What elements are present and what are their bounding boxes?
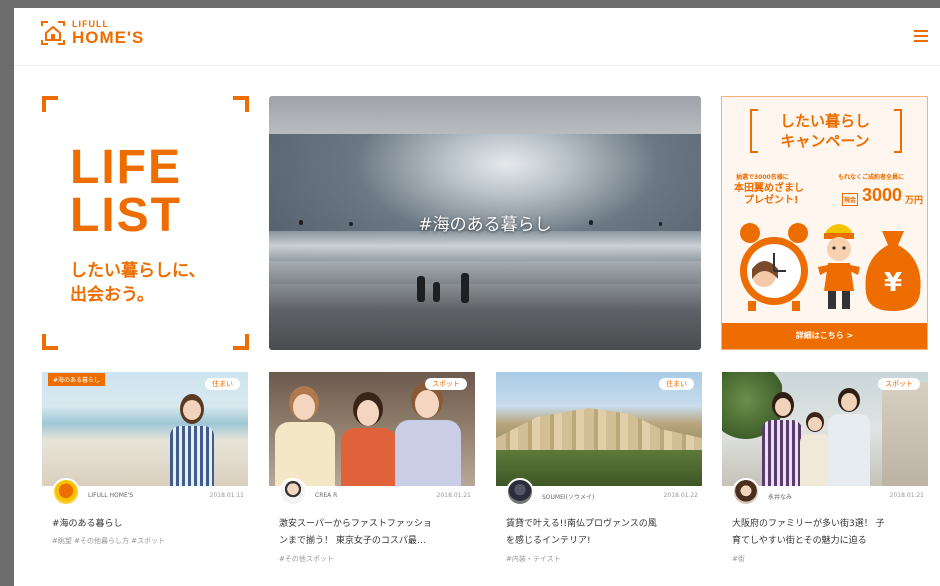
- card-title-line2: を感じるインテリア!: [506, 536, 591, 546]
- card-category: 住まい: [205, 378, 240, 390]
- card-title-line2: ンまで揃う！ 東京女子のコスパ最…: [279, 536, 426, 546]
- life-list-subtitle: したい暮らしに、 出会おう。: [70, 259, 206, 307]
- header: LIFULL HOME'S: [14, 8, 940, 66]
- woman-figure: [341, 392, 397, 486]
- card-author: SOUMEI(ソウメイ): [542, 494, 595, 501]
- corner-bracket-bottom-right: [233, 334, 249, 350]
- corner-bracket-bottom-left: [42, 334, 58, 350]
- person-figure: [417, 276, 425, 302]
- family-figure: [762, 392, 802, 486]
- hero-shore: [269, 261, 701, 285]
- life-list-title-line2: LIST: [70, 189, 182, 242]
- avatar: [506, 478, 534, 506]
- campaign-details-button[interactable]: 詳細はこちら >: [722, 323, 927, 349]
- campaign-bracket-right: [894, 109, 902, 153]
- hero-banner[interactable]: #海のある暮らし: [269, 96, 701, 350]
- card-category: スポット: [878, 378, 920, 390]
- card-date: 2018.01.21: [889, 492, 924, 499]
- avatar: [279, 478, 307, 506]
- avatar: [52, 478, 80, 506]
- hero-sand: [269, 284, 701, 350]
- woman-figure: [395, 382, 461, 486]
- campaign-bracket-left: [750, 109, 758, 153]
- life-list-title: LIFE LIST: [70, 144, 182, 240]
- card-tags[interactable]: #眺望 #その他暮らし方 #スポット: [52, 536, 165, 546]
- card-title-line2: 育てしやすい街とその魅力に迫る: [732, 536, 867, 546]
- hero-wave: [269, 231, 701, 261]
- card-title-line1: 大阪府のファミリーが多い街3選！ 子: [732, 519, 885, 529]
- corner-bracket-top-left: [42, 96, 58, 112]
- campaign-gift-line2: プレゼント!: [744, 195, 799, 206]
- woman-figure: [170, 394, 214, 486]
- house-logo-icon: [41, 21, 65, 45]
- card-title[interactable]: #海のある暮らし: [52, 516, 246, 533]
- article-card[interactable]: スポット 永井なみ 2018.01.21 大阪府のファミリーが多い街3選！ 子 …: [722, 372, 928, 582]
- life-list-title-line1: LIFE: [70, 141, 182, 194]
- article-card[interactable]: 住まい SOUMEI(ソウメイ) 2018.01.22 賃貸で叶える!!南仏プロ…: [496, 372, 702, 582]
- campaign-gift-text: 本田翼めざまし プレゼント!: [734, 183, 804, 207]
- card-tags[interactable]: #内装・テイスト: [506, 554, 561, 564]
- campaign-title: したい暮らし キャンペーン: [760, 111, 890, 151]
- card-category: スポット: [425, 378, 467, 390]
- card-title[interactable]: 激安スーパーからファストファッショ ンまで揃う！ 東京女子のコスパ最…: [279, 516, 473, 550]
- card-author: LIFULL HOME'S: [88, 492, 134, 499]
- corner-bracket-top-right: [233, 96, 249, 112]
- hero-sky: [269, 96, 701, 134]
- house-wall: [882, 382, 928, 486]
- card-tags[interactable]: #街: [732, 554, 745, 564]
- page-frame: LIFULL HOME'S LIFE LIST したい暮らしに、 出会おう。 #…: [14, 8, 940, 586]
- campaign-banner[interactable]: したい暮らし キャンペーン 抽選で3000名様に もれなくご成約者全員に 本田翼…: [721, 96, 928, 350]
- campaign-title-line2: キャンペーン: [780, 132, 870, 150]
- life-list-panel[interactable]: LIFE LIST したい暮らしに、 出会おう。: [42, 96, 249, 350]
- campaign-cash-label: 現金: [842, 193, 859, 206]
- avatar: [732, 478, 760, 506]
- mascot-character-icon: [818, 224, 860, 309]
- hero-caption: #海のある暮らし: [418, 215, 552, 235]
- logo-big-text: HOME'S: [72, 28, 145, 47]
- card-category: 住まい: [659, 378, 694, 390]
- article-card[interactable]: #海のある暮らし 住まい LIFULL HOME'S 2018.01.11 #海…: [42, 372, 248, 582]
- person-figure: [461, 273, 469, 303]
- card-date: 2018.01.21: [436, 492, 471, 499]
- campaign-prize-note: もれなくご成約者全員に: [838, 174, 905, 181]
- campaign-amount-unit: 万円: [905, 196, 924, 206]
- card-title-line1: 賃貸で叶える!!南仏プロヴァンスの風: [506, 519, 657, 529]
- svg-text:¥: ¥: [884, 268, 902, 298]
- card-date: 2018.01.22: [663, 492, 698, 499]
- card-title-line1: #海のある暮らし: [52, 519, 123, 529]
- money-bag-icon: ¥: [865, 231, 921, 311]
- card-image: 住まい: [496, 372, 702, 486]
- life-list-subtitle-line2: 出会おう。: [70, 285, 154, 305]
- life-list-subtitle-line1: したい暮らしに、: [70, 261, 206, 281]
- hamburger-menu-icon[interactable]: [914, 30, 928, 42]
- card-title[interactable]: 大阪府のファミリーが多い街3選！ 子 育てしやすい街とその魅力に迫る: [732, 516, 926, 550]
- card-date: 2018.01.11: [209, 492, 244, 499]
- article-card[interactable]: スポット CREA R 2018.01.21 激安スーパーからファストファッショ…: [269, 372, 475, 582]
- campaign-amount: 3000: [862, 185, 903, 205]
- campaign-title-line1: したい暮らし: [779, 112, 870, 130]
- person-figure: [433, 282, 440, 302]
- card-author: 永井なみ: [768, 494, 793, 501]
- card-author: CREA R: [315, 492, 338, 499]
- card-image: #海のある暮らし 住まい: [42, 372, 248, 486]
- family-figure: [800, 412, 830, 486]
- card-title[interactable]: 賃貸で叶える!!南仏プロヴァンスの風 を感じるインテリア!: [506, 516, 700, 550]
- lifull-homes-logo[interactable]: LIFULL HOME'S: [40, 20, 144, 46]
- card-title-line1: 激安スーパーからファストファッショ: [279, 519, 432, 529]
- card-tags[interactable]: #その他スポット: [279, 554, 334, 564]
- alarm-clock-icon: [740, 223, 808, 311]
- campaign-gift-note: 抽選で3000名様に: [736, 174, 789, 181]
- card-badge: #海のある暮らし: [48, 373, 106, 386]
- card-image: スポット: [722, 372, 928, 486]
- campaign-gift-line1: 本田翼めざまし: [734, 183, 804, 194]
- family-figure: [828, 388, 870, 486]
- woman-figure: [275, 386, 335, 486]
- card-image: スポット: [269, 372, 475, 486]
